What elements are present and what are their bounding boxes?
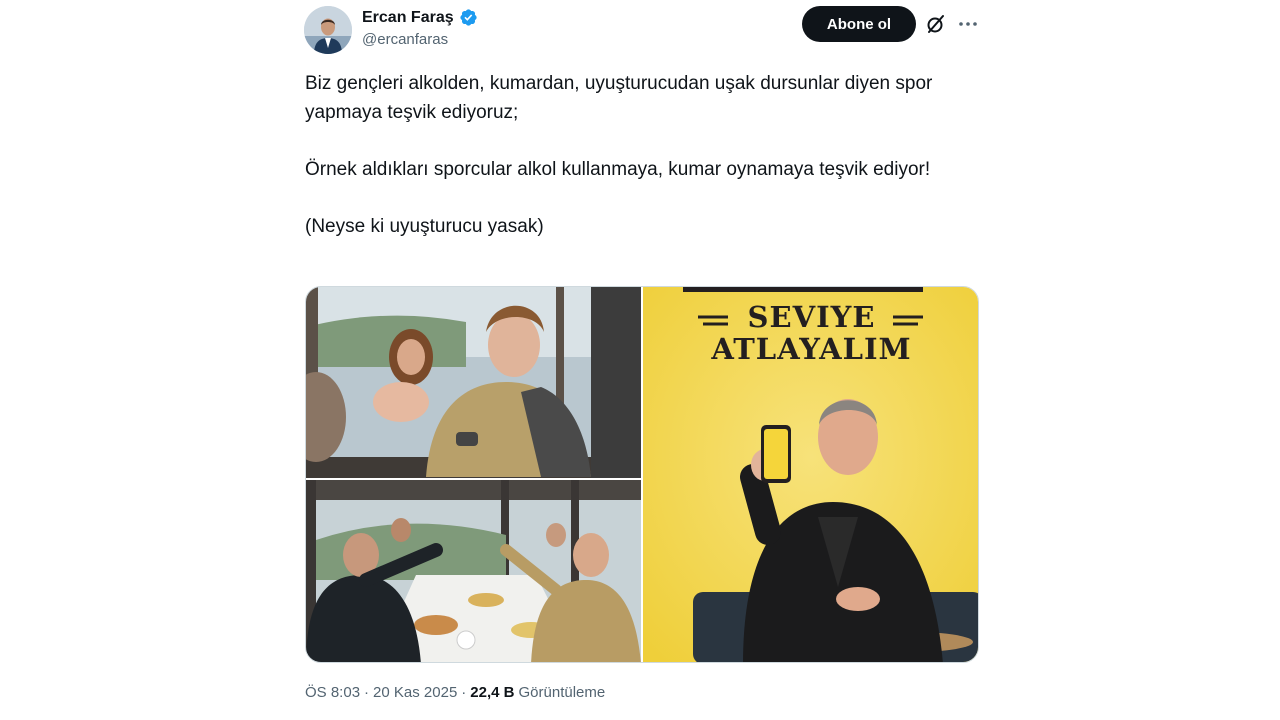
tweet-date[interactable]: 20 Kas 2025 bbox=[373, 684, 457, 701]
avatar[interactable] bbox=[304, 6, 352, 54]
author-name[interactable]: Ercan Faraş bbox=[362, 9, 454, 27]
more-icon[interactable] bbox=[956, 12, 980, 36]
views-count: 22,4 B bbox=[470, 684, 515, 701]
author-handle[interactable]: @ercanfaras bbox=[362, 31, 478, 48]
tweet-paragraph: Örnek aldıkları sporcular alkol kullanma… bbox=[305, 159, 931, 180]
author-block: Ercan Faraş @ercanfaras bbox=[362, 7, 478, 48]
photo-group-toasting[interactable] bbox=[306, 480, 641, 662]
promo-title: SEVIYE ATLAYALIM bbox=[643, 300, 978, 366]
avatar-image bbox=[304, 6, 352, 54]
meta-separator: · bbox=[364, 684, 370, 701]
media-grid: SEVIYE ATLAYALIM bbox=[305, 286, 979, 663]
promo-line1: SEVIYE bbox=[747, 300, 876, 334]
tweet-text: Biz gençleri alkolden, kumardan, uyuştur… bbox=[305, 69, 977, 241]
photo-promo-seviye-atlayalim[interactable]: SEVIYE ATLAYALIM bbox=[643, 287, 978, 662]
photo-man-gesturing[interactable] bbox=[306, 287, 641, 478]
tweet-meta: ÖS 8:03 · 20 Kas 2025 · 22,4 B Görüntüle… bbox=[305, 684, 605, 701]
tweet: Ercan Faraş @ercanfaras Abone ol Biz gen… bbox=[304, 0, 980, 720]
views-label: Görüntüleme bbox=[518, 684, 606, 701]
follow-button[interactable]: Abone ol bbox=[802, 6, 916, 42]
tweet-paragraph: (Neyse ki uyuşturucu yasak) bbox=[305, 216, 544, 237]
meta-separator: · bbox=[461, 684, 467, 701]
verified-badge-icon bbox=[459, 8, 478, 27]
grok-icon[interactable] bbox=[924, 12, 948, 36]
tweet-paragraph: Biz gençleri alkolden, kumardan, uyuştur… bbox=[305, 73, 933, 123]
tweet-time[interactable]: ÖS 8:03 bbox=[305, 684, 360, 701]
promo-line2: ATLAYALIM bbox=[711, 332, 912, 366]
